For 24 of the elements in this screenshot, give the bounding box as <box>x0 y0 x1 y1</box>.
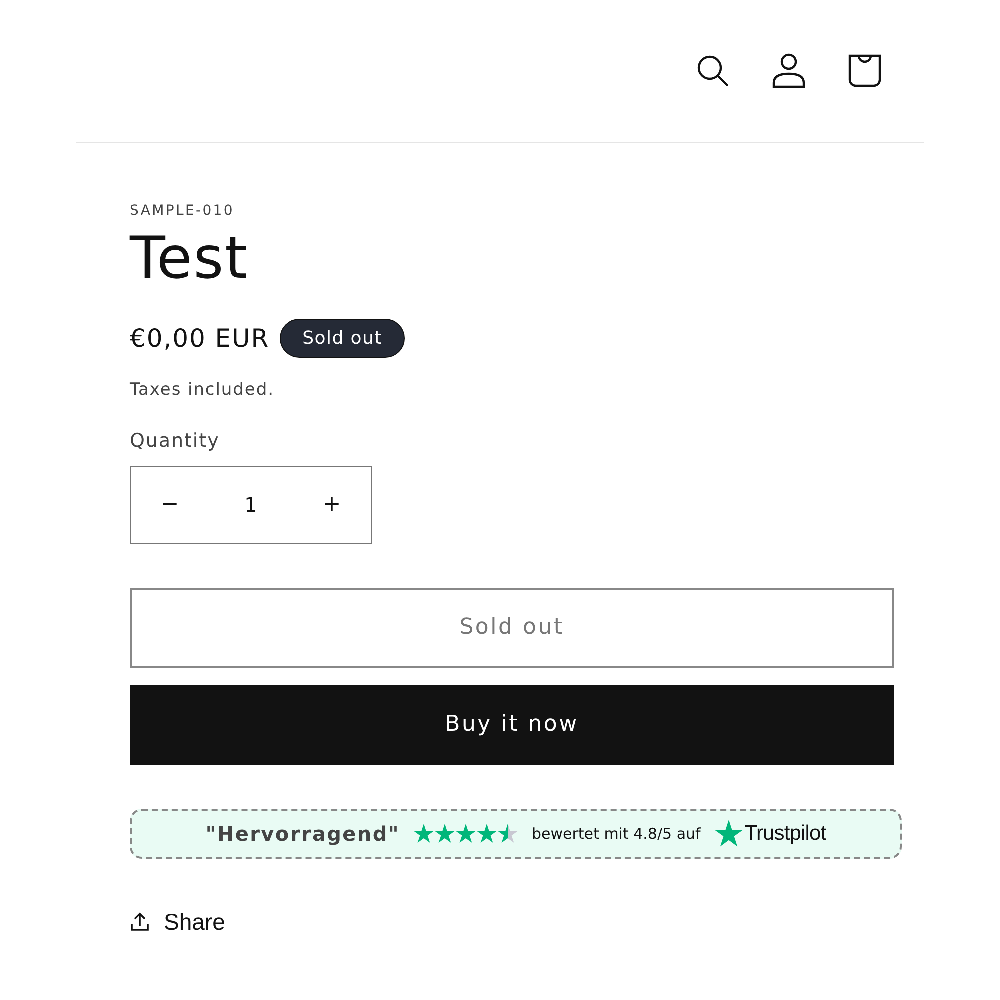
star-icon <box>477 824 498 844</box>
share-link[interactable]: Share <box>130 908 226 936</box>
vendor-label: SAMPLE-010 <box>130 203 236 219</box>
product-title: Test <box>130 227 250 291</box>
increase-button[interactable]: + <box>293 466 371 543</box>
brand-name: Trustpilot <box>744 822 826 846</box>
rating-headline: "Hervorragend" <box>206 822 400 846</box>
star-icon <box>414 824 434 844</box>
quantity-label: Quantity <box>130 430 221 452</box>
share-icon <box>130 912 150 932</box>
star-icon <box>714 820 743 848</box>
bag-icon[interactable] <box>848 54 882 88</box>
star-icon <box>498 824 518 844</box>
decrease-button[interactable]: − <box>131 466 209 543</box>
quantity-input[interactable]: 1 <box>209 492 293 518</box>
sold-out-badge: Sold out <box>280 318 406 358</box>
buy-now-button[interactable]: Buy it now <box>130 684 894 765</box>
star-icon <box>456 824 476 844</box>
star-icon <box>435 824 456 844</box>
tax-note: Taxes included. <box>130 380 276 400</box>
rating-text: bewertet mit 4.8/5 auf <box>532 824 701 843</box>
account-icon[interactable] <box>772 53 806 89</box>
price: €0,00 EUR <box>130 324 270 353</box>
search-icon[interactable] <box>696 54 730 88</box>
